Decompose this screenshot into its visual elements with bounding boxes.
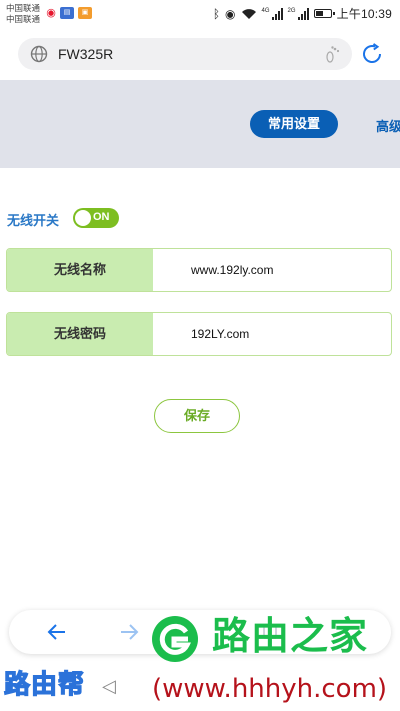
bluetooth-icon: ᛒ xyxy=(212,6,221,21)
wireless-password-input[interactable] xyxy=(153,313,391,355)
refresh-icon[interactable] xyxy=(360,42,384,66)
wireless-name-input[interactable] xyxy=(153,249,391,291)
watermark-logo-icon xyxy=(152,616,198,662)
carrier-label-1: 中国联通 xyxy=(6,3,41,13)
carrier-label-2: 中国联通 xyxy=(6,14,41,24)
app-icon: ▣ xyxy=(78,7,92,19)
globe-icon xyxy=(30,45,48,63)
toggle-knob xyxy=(75,210,91,226)
wireless-switch-label: 无线开关 xyxy=(7,213,60,228)
address-bar[interactable]: FW325R xyxy=(18,38,352,70)
wifi-icon xyxy=(241,8,256,19)
signal-icon: 4G xyxy=(261,7,283,20)
settings-header: 常用设置 高级 xyxy=(0,80,400,168)
wireless-password-label: 无线密码 xyxy=(7,313,153,355)
wireless-name-row: 无线名称 xyxy=(6,248,392,292)
browser-toolbar: FW325R xyxy=(0,28,400,80)
watermark-brand: 路由之家 xyxy=(212,616,369,658)
status-time: 上午10:39 xyxy=(336,7,392,21)
save-button[interactable]: 保存 xyxy=(154,399,240,433)
system-back-icon[interactable]: ◁ xyxy=(102,676,116,697)
network-type-label: 4G xyxy=(261,7,270,14)
watermark-left-brand: 路由帮 xyxy=(3,668,86,699)
toggle-state-text: ON xyxy=(93,211,110,223)
wireless-switch-toggle[interactable]: ON xyxy=(73,208,119,228)
footprint-icon[interactable] xyxy=(324,44,342,64)
forward-arrow-icon[interactable] xyxy=(117,620,141,644)
wireless-name-label: 无线名称 xyxy=(7,249,153,291)
news-app-icon: ▤ xyxy=(60,7,74,19)
back-arrow-icon[interactable] xyxy=(45,620,69,644)
battery-icon xyxy=(313,9,335,18)
weibo-icon: ◉ xyxy=(44,7,58,19)
status-icons: ᛒ ◉ 4G 2G 上午10:39 xyxy=(213,5,392,22)
watermark-url: (www.hhhyh.com) xyxy=(152,674,388,704)
network-type-label-2: 2G xyxy=(287,7,296,14)
wireless-password-row: 无线密码 xyxy=(6,312,392,356)
tab-common-settings[interactable]: 常用设置 xyxy=(250,110,338,138)
url-text[interactable]: FW325R xyxy=(58,46,113,62)
eye-icon: ◉ xyxy=(225,6,236,21)
tab-advanced[interactable]: 高级 xyxy=(376,116,400,135)
status-bar: 中国联通 中国联通 ◉ ▤ ▣ ᛒ ◉ 4G 2G 上午10:39 xyxy=(0,0,400,28)
signal-icon-2: 2G xyxy=(287,7,309,20)
